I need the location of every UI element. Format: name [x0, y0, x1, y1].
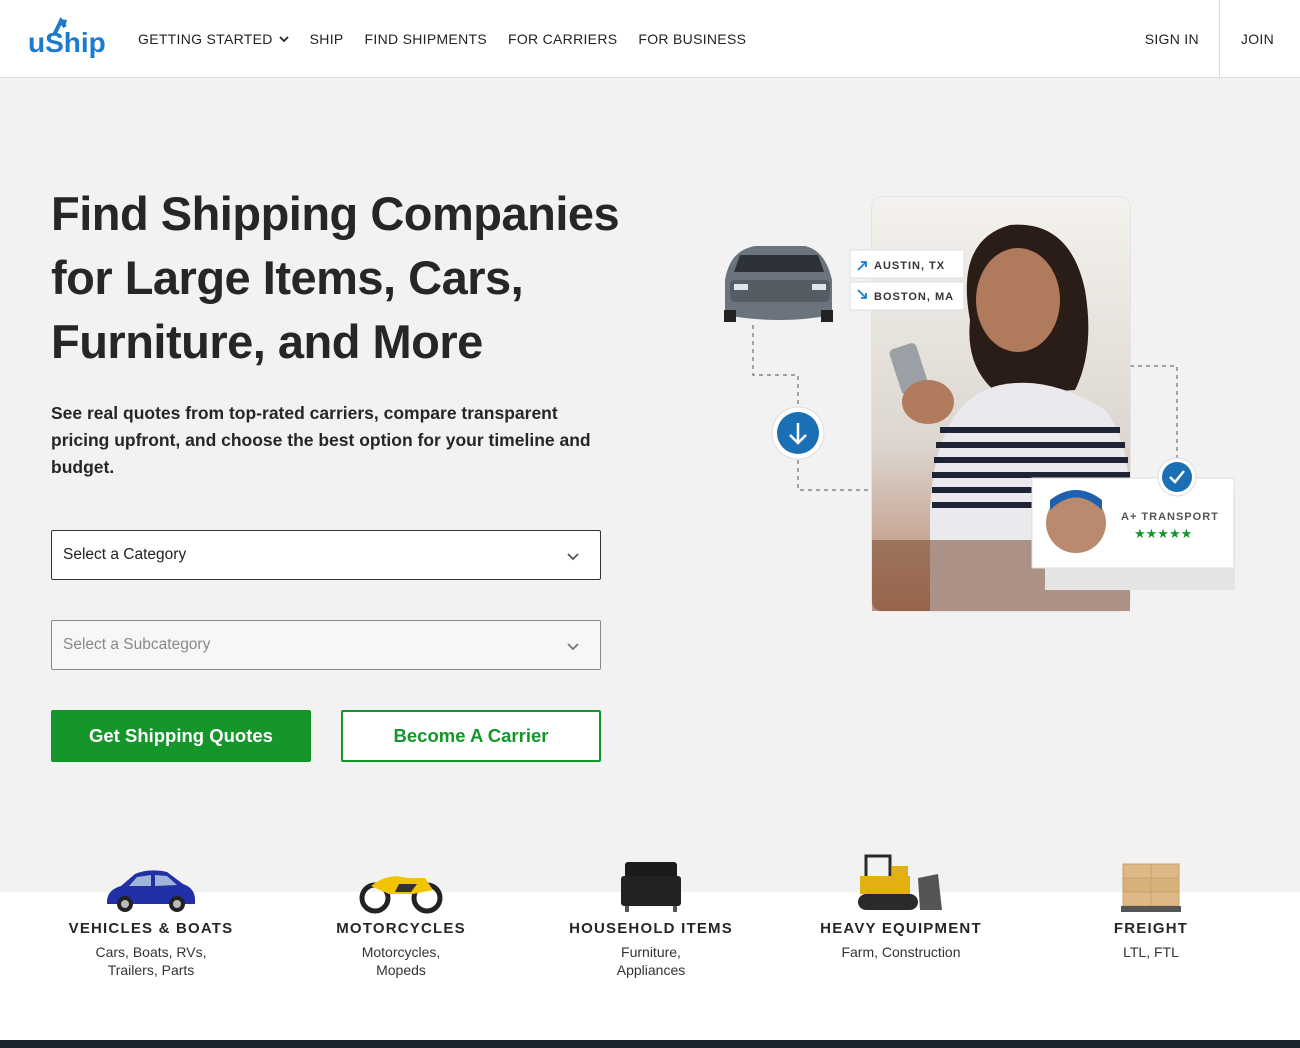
page-title: Find Shipping Companies for Large Items,…	[51, 187, 620, 368]
category-desc: Motorcycles, Mopeds	[361, 944, 441, 978]
uship-logo[interactable]: uShip	[28, 17, 108, 59]
carrier-name: A+ TRANSPORT	[1121, 511, 1219, 523]
category-heavy-equipment[interactable]: HEAVY EQUIPMENT Farm, Construction	[776, 850, 1026, 961]
category-select[interactable]: Select a Category	[51, 530, 601, 580]
check-circle-icon	[1157, 457, 1197, 497]
category-name: HOUSEHOLD ITEMS	[569, 920, 733, 937]
bulldozer-icon	[858, 854, 942, 910]
auth-links: SIGN IN JOIN	[1145, 0, 1300, 77]
get-shipping-quotes-button[interactable]: Get Shipping Quotes	[51, 710, 311, 762]
hero-subtitle: See real quotes from top-rated carriers,…	[51, 403, 591, 477]
pallet-icon	[1121, 863, 1181, 912]
nav-for-business[interactable]: FOR BUSINESS	[638, 31, 746, 47]
motorcycle-icon	[359, 876, 443, 914]
category-desc: Furniture, Appliances	[616, 944, 686, 978]
nav-find-shipments[interactable]: FIND SHIPMENTS	[365, 31, 487, 47]
sign-in-link[interactable]: SIGN IN	[1145, 31, 1219, 47]
arrow-down-circle-icon	[771, 406, 825, 460]
chevron-down-icon	[279, 35, 289, 42]
category-motorcycles[interactable]: MOTORCYCLES Motorcycles, Mopeds	[276, 850, 526, 979]
category-household-items[interactable]: HOUSEHOLD ITEMS Furniture, Appliances	[526, 850, 776, 979]
nav-label: GETTING STARTED	[138, 30, 273, 47]
category-desc: Cars, Boats, RVs, Trailers, Parts	[95, 944, 207, 978]
subcategory-select[interactable]: Select a Subcategory	[51, 620, 601, 670]
category-name: FREIGHT	[1113, 920, 1189, 937]
join-link[interactable]: JOIN	[1220, 31, 1300, 47]
car-icon	[107, 870, 195, 912]
armchair-icon	[621, 862, 681, 912]
category-name: VEHICLES & BOATS	[68, 920, 234, 937]
route-destination: BOSTON, MA	[874, 291, 954, 303]
nav-for-carriers[interactable]: FOR CARRIERS	[508, 31, 617, 47]
chevron-down-icon	[567, 553, 579, 561]
category-vehicles-boats[interactable]: VEHICLES & BOATS Cars, Boats, RVs, Trail…	[26, 850, 276, 979]
subcategory-select-value: Select a Subcategory	[63, 636, 211, 653]
category-name: MOTORCYCLES	[336, 920, 466, 937]
category-desc: LTL, FTL	[1123, 944, 1179, 960]
nav-getting-started[interactable]: GETTING STARTED	[138, 31, 289, 47]
rating-stars-icon: ★★★★★	[1134, 527, 1192, 542]
car-illustration	[724, 246, 833, 322]
become-a-carrier-button[interactable]: Become A Carrier	[341, 710, 601, 762]
category-freight[interactable]: FREIGHT LTL, FTL	[1026, 850, 1276, 961]
hero-illustration: AUSTIN, TX BOSTON, MA A+ TRANSPORT ★★★★★	[724, 196, 1235, 612]
nav-ship[interactable]: SHIP	[310, 31, 344, 47]
route-origin: AUSTIN, TX	[874, 260, 945, 272]
category-desc: Farm, Construction	[841, 944, 961, 960]
category-name: HEAVY EQUIPMENT	[820, 920, 982, 937]
footer-bar	[0, 1040, 1300, 1048]
category-select-value: Select a Category	[63, 546, 187, 563]
chevron-down-icon	[567, 643, 579, 651]
site-header: uShip GETTING STARTED SHIP FIND SHIPMENT…	[0, 0, 1300, 78]
svg-text:uShip: uShip	[28, 27, 106, 58]
main-nav: GETTING STARTED SHIP FIND SHIPMENTS FOR …	[138, 0, 767, 77]
